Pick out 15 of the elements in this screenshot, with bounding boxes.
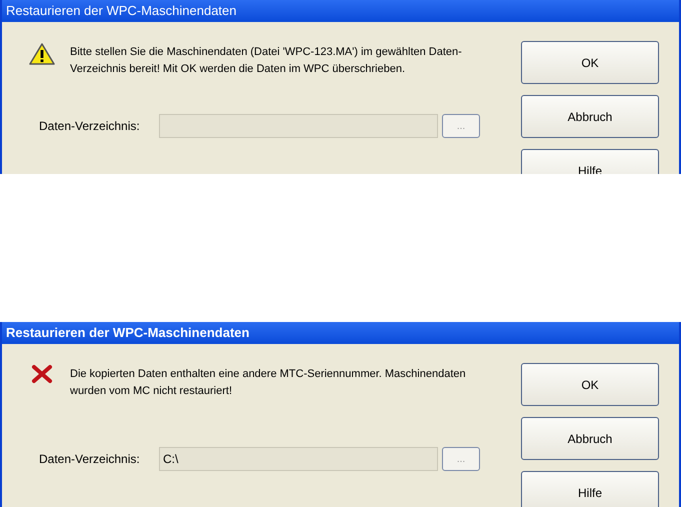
message-text: Die kopierten Daten enthalten eine andere MTC-Seriennummer. Maschinendaten wurden vom MC nicht restauriert! (70, 367, 467, 399)
dialog-button[interactable]: Abbruch (521, 417, 659, 460)
dialog-button[interactable]: OK (521, 363, 659, 406)
window-title: Restaurieren der WPC-Maschinendaten (2, 322, 679, 344)
cross-icon (31, 364, 53, 384)
field-label: Daten-Verzeichnis: (39, 451, 141, 468)
message-text: Bitte stellen Sie die Maschinendaten (Datei 'WPC-123.MA') im gewählten Daten-Verzeichnis bereit! Mit OK werden die Daten im WPC überschrieben. (70, 45, 463, 77)
warning-icon (29, 42, 55, 66)
dialog-button[interactable]: OK (521, 41, 659, 84)
directory-field[interactable]: C:\ (159, 447, 438, 471)
dialog-button[interactable]: Abbruch (521, 95, 659, 138)
window-title: Restaurieren der WPC-Maschinendaten (2, 0, 679, 22)
field-label: Daten-Verzeichnis: (39, 118, 141, 135)
dialog-button[interactable]: Hilfe (521, 471, 659, 507)
directory-field[interactable] (159, 114, 438, 138)
